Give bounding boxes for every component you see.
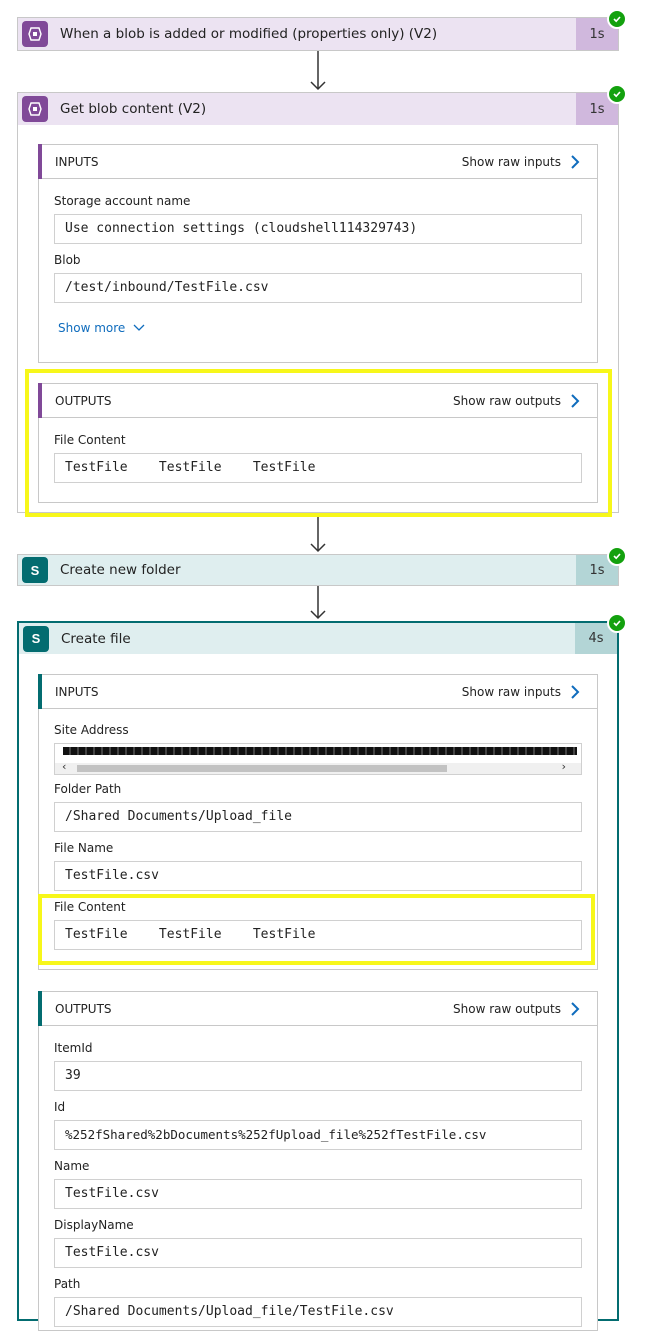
step-blob-trigger[interactable]: When a blob is added or modified (proper… [17, 17, 619, 51]
show-more-link[interactable]: Show more [58, 321, 146, 335]
step-create-file: S Create file 4s INPUTS Show raw inputs … [17, 621, 619, 1331]
flow-arrow-icon [310, 586, 326, 620]
step-title: Create file [61, 630, 131, 647]
itemid-label: ItemId [54, 1041, 93, 1055]
file-name-label: File Name [54, 841, 114, 855]
name-field[interactable]: TestFile.csv [54, 1179, 582, 1209]
show-raw-inputs-link[interactable]: Show raw inputs [462, 155, 561, 169]
itemid-field[interactable]: 39 [54, 1061, 582, 1091]
step-header[interactable]: S Create new folder 1s [18, 555, 618, 585]
chevron-down-icon [133, 324, 145, 331]
flow-arrow-icon [310, 51, 326, 91]
step-create-new-folder[interactable]: S Create new folder 1s [17, 554, 619, 586]
scrollbar-thumb[interactable] [77, 765, 447, 772]
scroll-right-icon[interactable]: › [560, 760, 567, 773]
path-label: Path [54, 1277, 81, 1291]
id-label: Id [54, 1100, 66, 1114]
inputs-header: INPUTS Show raw inputs [38, 674, 597, 709]
show-more-label: Show more [58, 321, 126, 335]
outputs-section: OUTPUTS Show raw outputs ItemId 39 Id %2… [38, 991, 598, 1331]
site-address-label: Site Address [54, 723, 129, 737]
redacted-value [63, 747, 577, 755]
show-raw-outputs-link[interactable]: Show raw outputs [453, 1002, 561, 1016]
outputs-label: OUTPUTS [55, 1001, 112, 1016]
scroll-left-icon[interactable]: ‹ [61, 760, 68, 773]
success-check-icon [607, 84, 627, 104]
inputs-section: INPUTS Show raw inputs Storage account n… [38, 144, 598, 363]
horizontal-scrollbar[interactable]: ‹ › [55, 760, 581, 774]
blob-label: Blob [54, 253, 81, 267]
folder-path-label: Folder Path [54, 782, 122, 796]
success-check-icon [607, 613, 627, 633]
path-field[interactable]: /Shared Documents/Upload_file/TestFile.c… [54, 1297, 582, 1327]
file-content-highlight [38, 894, 595, 965]
inputs-header: INPUTS Show raw inputs [38, 144, 597, 179]
sharepoint-icon: S [22, 557, 48, 583]
step-header[interactable]: S Create file 4s [19, 623, 617, 654]
storage-account-field[interactable]: Use connection settings (cloudshell11432… [54, 214, 582, 244]
inputs-label: INPUTS [55, 684, 99, 699]
chevron-right-icon[interactable] [569, 684, 581, 700]
file-name-field[interactable]: TestFile.csv [54, 861, 582, 891]
chevron-right-icon[interactable] [569, 1001, 581, 1017]
blob-field[interactable]: /test/inbound/TestFile.csv [54, 273, 582, 303]
step-header[interactable]: Get blob content (V2) 1s [18, 93, 618, 125]
chevron-right-icon[interactable] [569, 154, 581, 170]
step-title: When a blob is added or modified (proper… [60, 26, 438, 42]
site-address-field[interactable]: ‹ › [54, 743, 582, 775]
success-check-icon [607, 9, 627, 29]
show-raw-inputs-link[interactable]: Show raw inputs [462, 685, 561, 699]
step-header[interactable]: When a blob is added or modified (proper… [18, 18, 618, 50]
storage-account-label: Storage account name [54, 194, 191, 208]
outputs-header: OUTPUTS Show raw outputs [38, 991, 597, 1026]
step-title: Create new folder [60, 562, 181, 578]
displayname-label: DisplayName [54, 1218, 134, 1232]
folder-path-field[interactable]: /Shared Documents/Upload_file [54, 802, 582, 832]
flow-arrow-icon [310, 517, 326, 553]
blob-storage-icon [22, 96, 48, 122]
blob-storage-icon [22, 21, 48, 47]
inputs-label: INPUTS [55, 154, 99, 169]
outputs-highlight [25, 369, 612, 517]
name-label: Name [54, 1159, 90, 1173]
sharepoint-icon: S [23, 625, 49, 652]
success-check-icon [607, 546, 627, 566]
step-title: Get blob content (V2) [60, 101, 207, 117]
id-field[interactable]: %252fShared%2bDocuments%252fUpload_file%… [54, 1120, 582, 1150]
displayname-field[interactable]: TestFile.csv [54, 1238, 582, 1268]
